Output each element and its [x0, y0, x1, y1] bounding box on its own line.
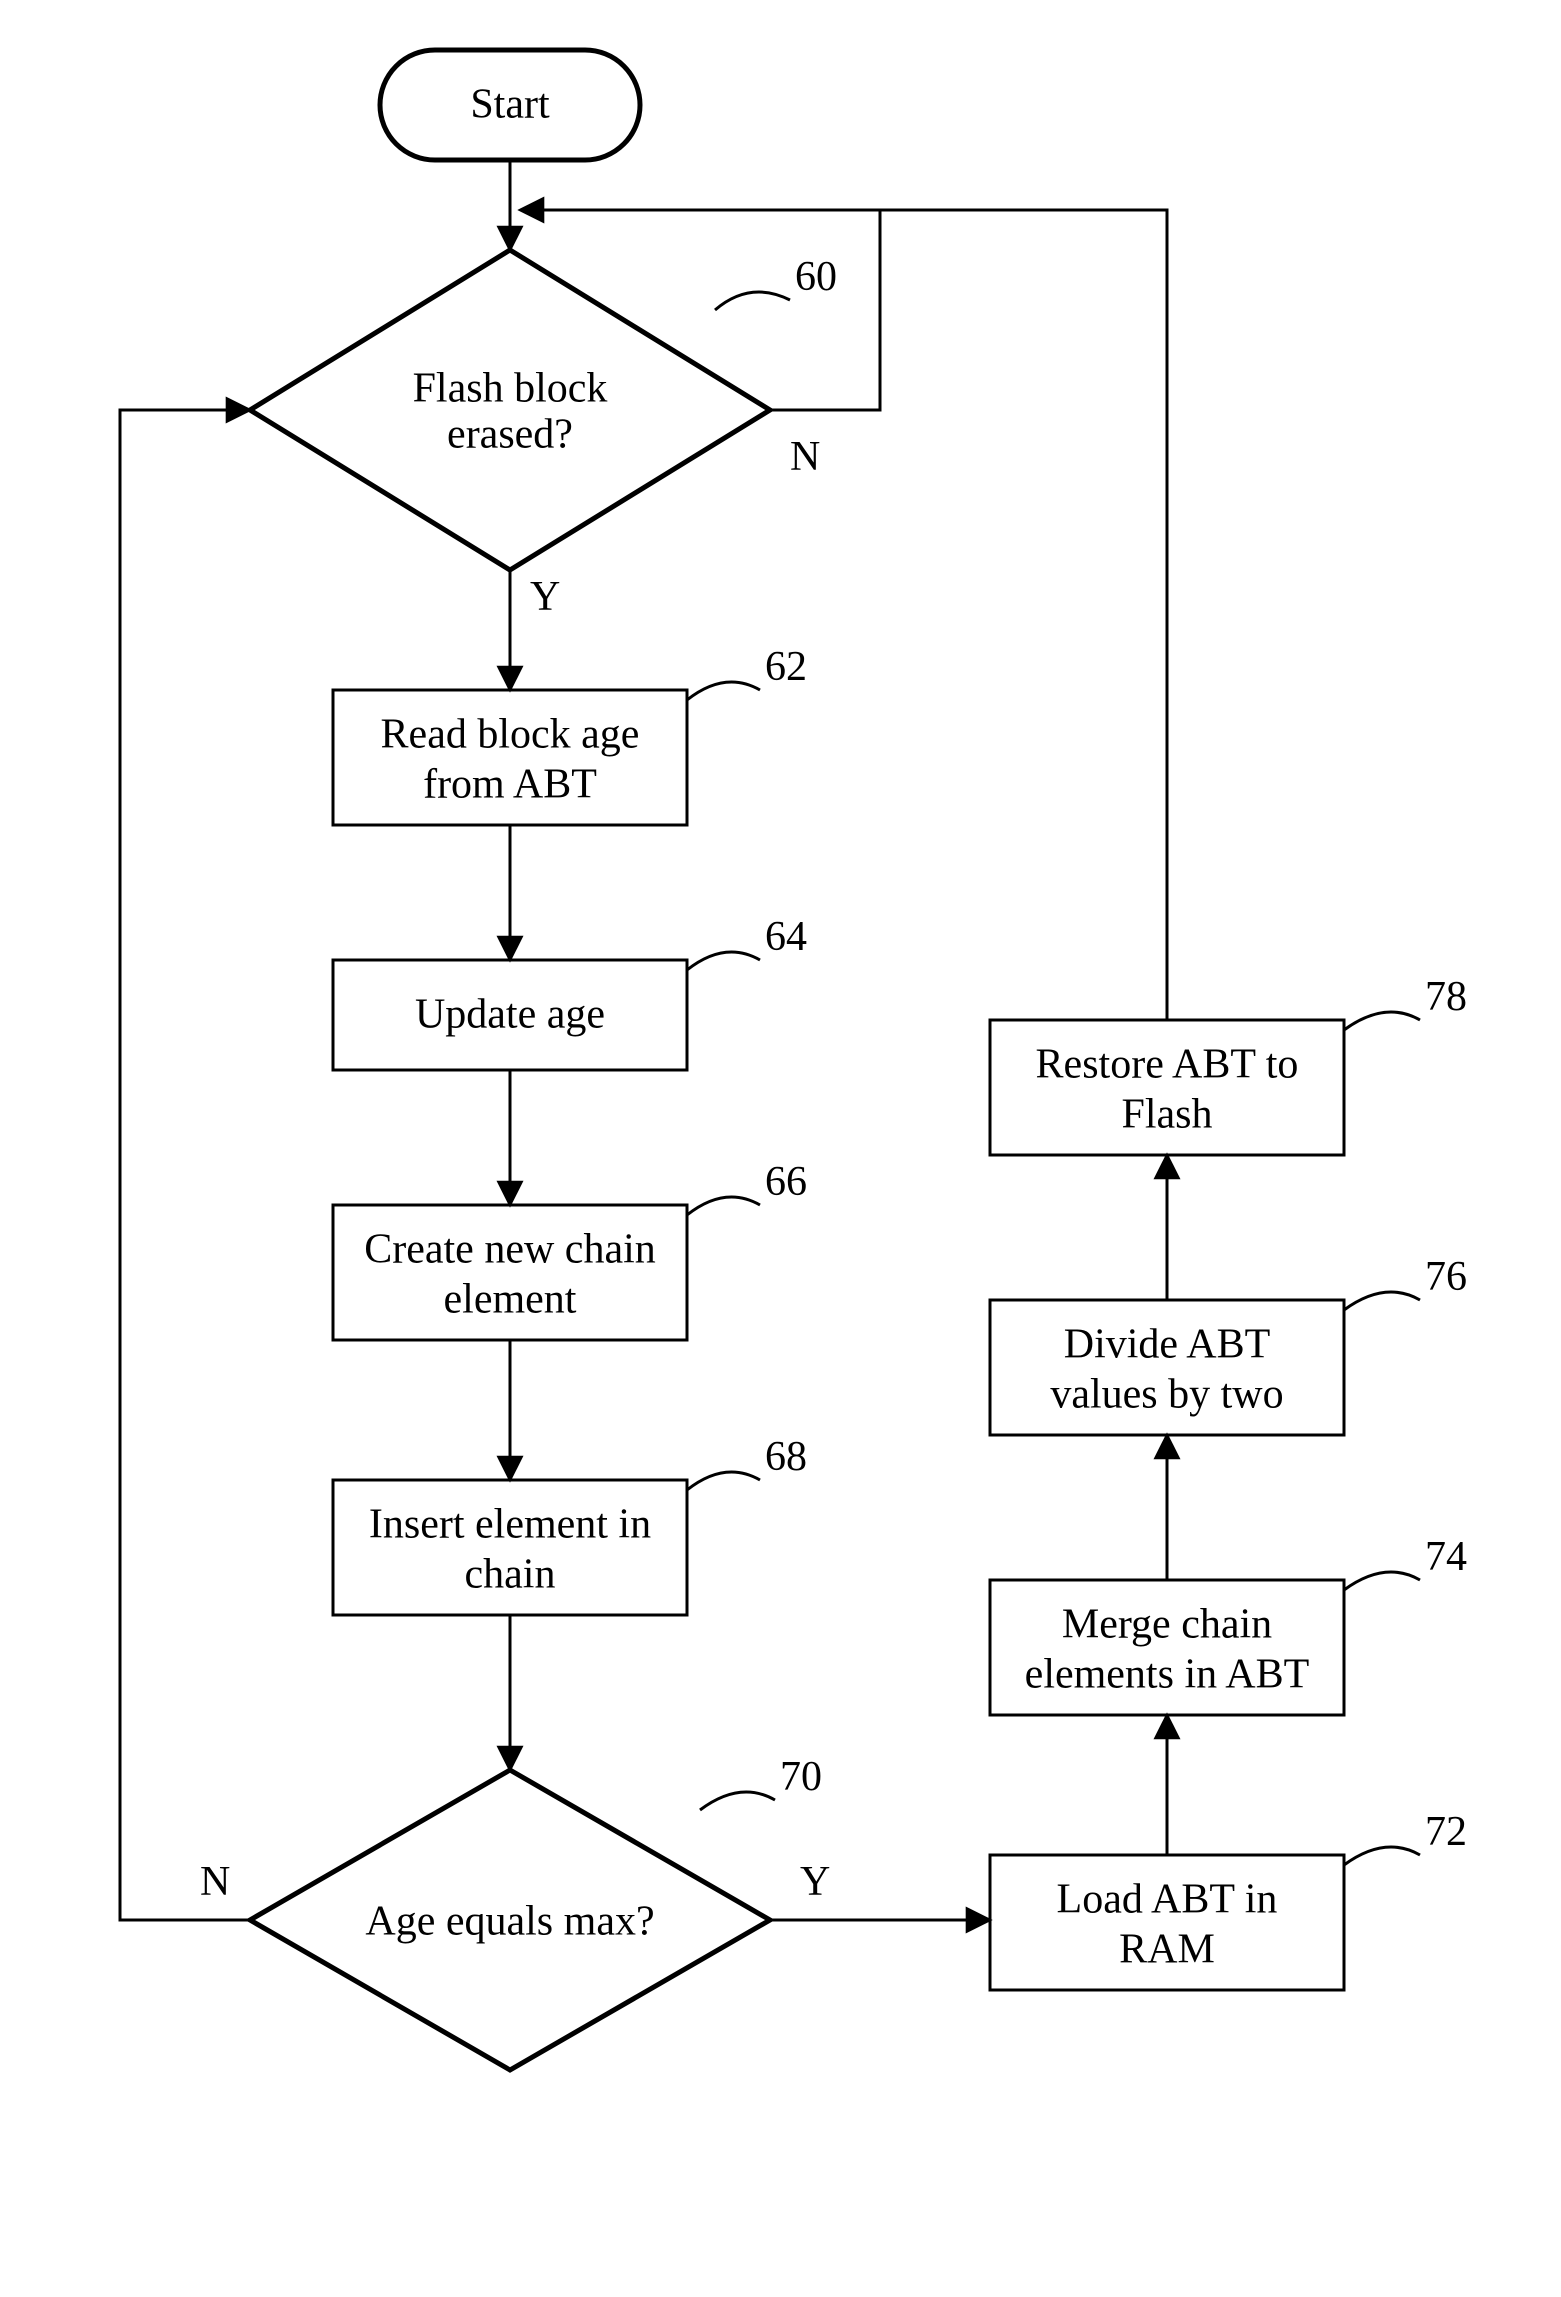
d70-no: N: [200, 1859, 230, 1905]
ref-leader-78: [1344, 1012, 1420, 1030]
d60-line2: erased?: [447, 412, 573, 458]
ref-leader-64: [687, 952, 760, 970]
b72-l2: RAM: [1119, 1927, 1215, 1973]
d70-l1: Age equals max?: [365, 1899, 654, 1945]
ref-72: 72: [1425, 1809, 1467, 1855]
d60-line1: Flash block: [413, 366, 608, 412]
d70-yes: Y: [800, 1859, 830, 1905]
edge-b78-loop: [520, 210, 1167, 1020]
ref-64: 64: [765, 914, 807, 960]
b68-l2: chain: [465, 1552, 556, 1598]
ref-leader-60: [715, 292, 790, 310]
b76-l2: values by two: [1050, 1372, 1283, 1418]
ref-leader-68: [687, 1472, 760, 1490]
ref-leader-66: [687, 1197, 760, 1215]
ref-leader-62: [687, 682, 760, 700]
ref-68: 68: [765, 1434, 807, 1480]
ref-leader-72: [1344, 1847, 1420, 1865]
ref-76: 76: [1425, 1254, 1467, 1300]
d60-no: N: [790, 434, 820, 480]
b64-l1: Update age: [415, 992, 605, 1038]
b74-l2: elements in ABT: [1025, 1652, 1310, 1698]
start-label: Start: [470, 82, 550, 128]
edge-d60-no-loop: [770, 210, 880, 410]
ref-leader-74: [1344, 1572, 1420, 1590]
ref-leader-76: [1344, 1292, 1420, 1310]
d60-yes: Y: [530, 574, 560, 620]
b78-l1: Restore ABT to: [1036, 1042, 1299, 1088]
b72-l1: Load ABT in: [1057, 1877, 1278, 1923]
b66-l1: Create new chain: [364, 1227, 656, 1273]
ref-leader-70: [700, 1792, 775, 1810]
b76-l1: Divide ABT: [1064, 1322, 1271, 1368]
decision-flash-block-erased: Flash block erased?: [250, 250, 770, 570]
ref-74: 74: [1425, 1534, 1467, 1580]
b74-l1: Merge chain: [1062, 1602, 1272, 1648]
b62-l1: Read block age: [381, 712, 640, 758]
ref-66: 66: [765, 1159, 807, 1205]
b66-l2: element: [444, 1277, 577, 1323]
ref-60: 60: [795, 254, 837, 300]
ref-70: 70: [780, 1754, 822, 1800]
b62-l2: from ABT: [423, 762, 597, 808]
b68-l1: Insert element in: [369, 1502, 651, 1548]
b78-l2: Flash: [1121, 1092, 1212, 1138]
ref-78: 78: [1425, 974, 1467, 1020]
edge-d70-no-loop: [120, 410, 250, 1920]
ref-62: 62: [765, 644, 807, 690]
decision-age-equals-max: Age equals max?: [250, 1770, 770, 2070]
